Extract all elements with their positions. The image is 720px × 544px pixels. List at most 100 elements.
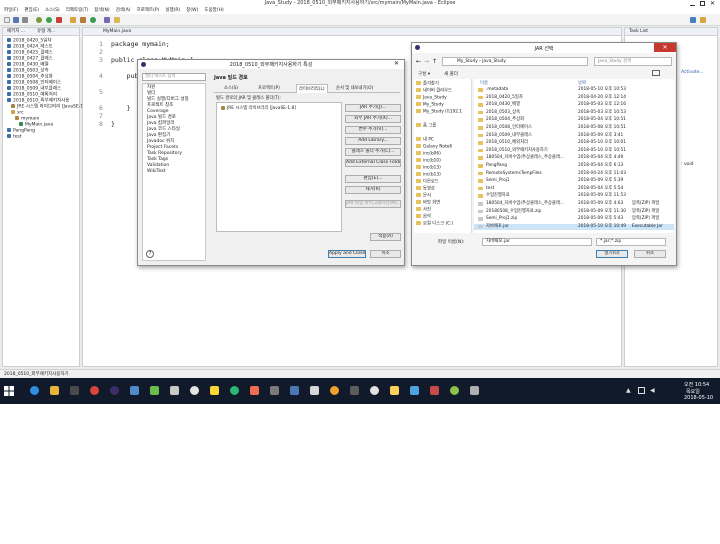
jar-dialog-close-icon[interactable]: ✕: [654, 43, 676, 52]
nav-item[interactable]: 네이버 클라우드: [416, 88, 452, 94]
nav-item[interactable]: 문서: [416, 193, 431, 199]
apply-and-close-button[interactable]: Apply and Close: [328, 250, 366, 258]
breadcrumb-java-study[interactable]: Java_Study: [482, 59, 506, 64]
tab-source[interactable]: 소스(S): [224, 85, 238, 91]
new-icon[interactable]: [4, 17, 10, 23]
nav-item[interactable]: 다운로드: [416, 179, 439, 185]
app-icon[interactable]: [390, 386, 399, 395]
add-external-class-folder-button[interactable]: Add External Class Folder...: [345, 159, 401, 167]
category-item[interactable]: WikiText: [147, 169, 166, 175]
explorer-icon[interactable]: [50, 386, 59, 395]
file-row[interactable]: RemoteSystemsTempFiles 2018-04-24 오후 11:0…: [474, 171, 674, 177]
file-row[interactable]: 수업진행자료 2018-05-09 오후 11:53: [474, 193, 674, 199]
tray-up-icon[interactable]: ▲: [626, 387, 631, 394]
network-icon[interactable]: [638, 387, 645, 394]
file-row[interactable]: Semi_Proj1 2018-05-09 오후 5:39: [474, 178, 674, 184]
file-row[interactable]: PangPang 2018-05-04 오후 6:13: [474, 163, 674, 169]
nav-item[interactable]: 로컬 디스크 (C:): [416, 221, 453, 227]
print-icon[interactable]: [22, 17, 28, 23]
menu-window[interactable]: 창(W): [186, 7, 198, 14]
app-icon[interactable]: [290, 386, 299, 395]
menu-run[interactable]: 실행(R): [165, 7, 180, 14]
file-row[interactable]: 20180508_수업진행자료.zip 2018-05-09 오후 11:30 압축…: [474, 209, 674, 215]
tab-package-explorer[interactable]: 패키지 ...: [7, 29, 25, 35]
nav-item[interactable]: inc(b10): [416, 158, 441, 164]
tab-task-list[interactable]: Task List: [629, 29, 648, 35]
tab-projects[interactable]: 프로젝트(P): [258, 85, 280, 91]
menu-refactor[interactable]: 리팩토링(T): [66, 7, 89, 14]
nav-item[interactable]: My_Study: [416, 102, 444, 108]
search-icon[interactable]: [114, 17, 120, 23]
tree-item[interactable]: test: [7, 134, 22, 140]
nav-item[interactable]: 즐겨찾기: [416, 81, 439, 87]
app-icon[interactable]: [370, 386, 379, 395]
close-icon[interactable]: ✕: [710, 0, 715, 7]
nav-item[interactable]: inc(b06): [416, 151, 441, 157]
new-package-icon[interactable]: [80, 17, 86, 23]
file-row[interactable]: 2018_0509_내부클래스 2018-05-09 오후 3:41: [474, 133, 674, 139]
nav-item[interactable]: Galaxy Note6: [416, 144, 452, 150]
menu-file[interactable]: 파일(F): [4, 7, 18, 14]
address-bar[interactable]: My_Study › Java_Study: [442, 57, 588, 66]
apply-button[interactable]: 적용(A): [370, 233, 401, 241]
tab-libraries[interactable]: 라이브러리(L): [296, 84, 328, 93]
file-row[interactable]: 180504_자바수업(추상클래스_추상클래... 2018-05-09 오후 4…: [474, 201, 674, 207]
jar-cancel-button[interactable]: 취소: [634, 250, 666, 258]
start-icon[interactable]: [4, 386, 14, 396]
nav-item[interactable]: 바탕 화면: [416, 200, 440, 206]
jre-library-item[interactable]: JRE 시스템 라이브러리 [JavaSE-1.8]: [221, 105, 296, 111]
app-icon[interactable]: [270, 386, 279, 395]
app-icon[interactable]: [450, 386, 459, 395]
run-icon[interactable]: [46, 17, 52, 23]
file-row[interactable]: 2018_0510_예외처리 2018-05-10 오후 10:01: [474, 140, 674, 146]
file-row[interactable]: test 2018-05-04 오후 5:54: [474, 186, 674, 192]
debug-icon[interactable]: [36, 17, 42, 23]
nav-item[interactable]: inc(b13): [416, 172, 441, 178]
activate-link[interactable]: Activate...: [681, 70, 704, 75]
nav-item[interactable]: My_Study (\\192.1: [416, 109, 462, 115]
column-header-name[interactable]: 이름: [480, 80, 488, 86]
up-icon[interactable]: ↑: [432, 58, 437, 65]
app-icon[interactable]: [330, 386, 339, 395]
app-icon[interactable]: [190, 386, 199, 395]
nav-item[interactable]: inc(b13): [416, 165, 441, 171]
view-options-icon[interactable]: [652, 70, 660, 76]
file-row[interactable]: .metadata 2018-05-10 오후 10:53: [474, 87, 674, 93]
nav-item[interactable]: 음악: [416, 214, 431, 220]
file-row[interactable]: 2018_0430_배열 2018-05-03 오후 12:16: [474, 102, 674, 108]
code-line[interactable]: pub: [111, 72, 139, 80]
cancel-button[interactable]: 취소: [370, 250, 401, 258]
add-jar-button[interactable]: JAR 추가(J)...: [345, 104, 401, 112]
java-perspective-icon[interactable]: [700, 17, 706, 23]
add-class-folder-button[interactable]: 클래스 폴더 추가(C)...: [345, 148, 401, 156]
app-icon[interactable]: [170, 386, 179, 395]
app-icon[interactable]: [210, 386, 219, 395]
file-row[interactable]: 2018_0508_인터페이스 2018-05-08 오후 10:51: [474, 125, 674, 131]
app-icon[interactable]: [130, 386, 139, 395]
remove-button[interactable]: 제거(R): [345, 186, 401, 194]
clock-time[interactable]: 오전 10:54: [684, 381, 709, 388]
menu-edit[interactable]: 편집(E): [24, 7, 39, 14]
maximize-icon[interactable]: [700, 1, 705, 6]
menu-help[interactable]: 도움말(H): [204, 7, 223, 14]
filter-input[interactable]: 필터 텍스트 입력: [142, 73, 206, 81]
menu-source[interactable]: 소스(S): [45, 7, 60, 14]
eclipse-app-icon[interactable]: [110, 386, 119, 395]
nav-item[interactable]: 홈 그룹: [416, 123, 436, 129]
migrate-jar-button[interactable]: JAR 파일 마이그레이션(M)...: [345, 200, 401, 208]
new-java-project-icon[interactable]: [70, 17, 76, 23]
edit-button[interactable]: 편집(E)...: [345, 175, 401, 183]
filename-input[interactable]: 자바패포.jar: [482, 238, 592, 246]
app-icon[interactable]: [310, 386, 319, 395]
nav-item[interactable]: Java_Study: [416, 95, 447, 101]
search-input[interactable]: Java_Study 검색: [594, 57, 672, 66]
app-icon[interactable]: [150, 386, 159, 395]
save-icon[interactable]: [13, 17, 19, 23]
menu-project[interactable]: 프로젝트(P): [137, 7, 160, 14]
file-row[interactable]: 180504_자바수업(추상클래스_추상클래... 2018-05-04 오후 4…: [474, 155, 674, 161]
tab-order-export[interactable]: 순서 및 내보내기(O): [336, 85, 373, 91]
menu-search[interactable]: 검색(A): [116, 7, 131, 14]
app-icon[interactable]: [350, 386, 359, 395]
add-external-jar-button[interactable]: 외부 JAR 추가(X)...: [345, 115, 401, 123]
file-type-select[interactable]: *.jar;*.zip: [596, 238, 666, 246]
